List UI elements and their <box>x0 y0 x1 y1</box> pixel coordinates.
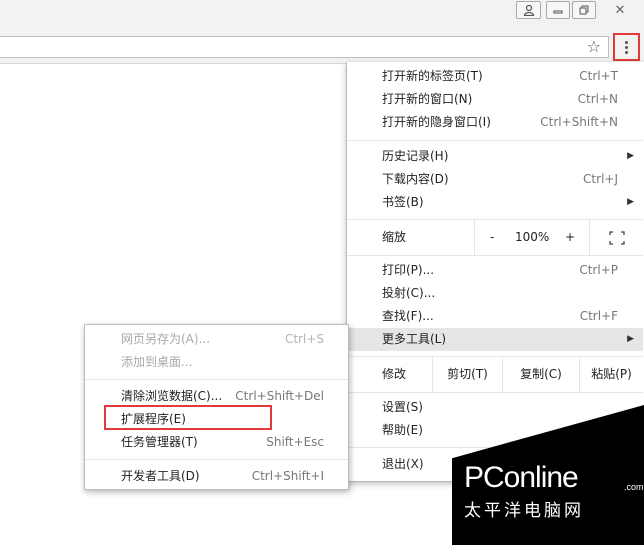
submenu-item-label: 网页另存为(A)... <box>121 332 211 346</box>
submenu-arrow-icon: ▶ <box>627 334 634 344</box>
menu-item-shortcut: Ctrl+Shift+N <box>540 115 618 129</box>
submenu-item-add-to-desktop: 添加到桌面... <box>85 351 348 374</box>
fullscreen-button[interactable] <box>589 220 643 255</box>
menu-item-history[interactable]: 历史记录(H) ▶ <box>347 145 643 168</box>
menu-separator <box>347 140 643 141</box>
menu-item-print[interactable]: 打印(P)... Ctrl+P <box>347 259 643 282</box>
menu-item-settings[interactable]: 设置(S) <box>347 396 643 419</box>
menu-item-shortcut: Ctrl+F <box>579 309 618 323</box>
zoom-level: 100% <box>515 230 550 244</box>
watermark-brand: PConline <box>464 461 579 494</box>
menu-item-cast[interactable]: 投射(C)... <box>347 282 643 305</box>
menu-item-find[interactable]: 查找(F)... Ctrl+F <box>347 305 643 328</box>
menu-item-more-tools[interactable]: 更多工具(L) ▶ <box>347 328 643 351</box>
menu-item-label: 退出(X) <box>382 457 424 471</box>
menu-item-shortcut: Ctrl+N <box>577 92 618 106</box>
address-bar[interactable]: ☆ <box>0 36 609 58</box>
menu-item-label: 设置(S) <box>382 400 423 414</box>
submenu-item-developer-tools[interactable]: 开发者工具(D) Ctrl+Shift+I <box>85 465 348 488</box>
menu-item-shortcut: Ctrl+P <box>579 263 618 277</box>
restore-icon <box>579 5 588 14</box>
vertical-dots-menu-icon <box>625 40 628 54</box>
minimize-icon <box>553 10 563 14</box>
menu-item-label: 查找(F)... <box>382 309 434 323</box>
menu-item-bookmarks[interactable]: 书签(B) ▶ <box>347 191 643 214</box>
menu-item-shortcut: Ctrl+J <box>583 172 618 186</box>
menu-item-downloads[interactable]: 下载内容(D) Ctrl+J <box>347 168 643 191</box>
submenu-item-shortcut: Ctrl+Shift+I <box>251 469 324 483</box>
submenu-item-save-page: 网页另存为(A)... Ctrl+S <box>85 328 348 351</box>
menu-separator <box>85 459 348 460</box>
zoom-controls: - 100% + <box>474 220 589 255</box>
menu-item-incognito-window[interactable]: 打开新的隐身窗口(I) Ctrl+Shift+N <box>347 111 643 134</box>
zoom-label: 缩放 <box>382 230 407 244</box>
menu-item-label: 打开新的窗口(N) <box>382 92 473 106</box>
bookmark-star-icon[interactable]: ☆ <box>587 38 601 56</box>
minimize-button[interactable] <box>546 1 570 19</box>
cut-button[interactable]: 剪切(T) <box>432 357 502 392</box>
menu-button[interactable] <box>613 33 640 61</box>
menu-separator <box>85 379 348 380</box>
close-button[interactable]: ✕ <box>608 1 632 19</box>
submenu-item-shortcut: Shift+Esc <box>266 435 324 449</box>
menu-item-label: 下载内容(D) <box>382 172 449 186</box>
menu-item-label: 打印(P)... <box>382 263 435 277</box>
menu-item-shortcut: Ctrl+T <box>579 69 618 83</box>
restore-button[interactable] <box>572 1 596 19</box>
submenu-item-shortcut: Ctrl+S <box>284 332 324 346</box>
menu-item-label: 帮助(E) <box>382 423 423 437</box>
zoom-row: 缩放 - 100% + <box>347 220 643 255</box>
menu-item-new-tab[interactable]: 打开新的标签页(T) Ctrl+T <box>347 65 643 88</box>
submenu-item-label: 添加到桌面... <box>121 355 193 369</box>
submenu-arrow-icon: ▶ <box>627 151 634 161</box>
profile-button[interactable] <box>516 1 541 19</box>
edit-label: 修改 <box>382 367 407 381</box>
zoom-out-button[interactable]: - <box>490 220 494 255</box>
zoom-in-button[interactable]: + <box>565 220 575 255</box>
copy-button[interactable]: 复制(C) <box>502 357 579 392</box>
user-icon <box>523 4 534 16</box>
submenu-item-label: 任务管理器(T) <box>121 435 198 449</box>
submenu-item-task-manager[interactable]: 任务管理器(T) Shift+Esc <box>85 431 348 454</box>
menu-separator <box>347 255 643 256</box>
menu-item-label: 打开新的隐身窗口(I) <box>382 115 491 129</box>
menu-item-label: 投射(C)... <box>382 286 436 300</box>
submenu-item-label: 开发者工具(D) <box>121 469 200 483</box>
menu-item-label: 更多工具(L) <box>382 332 447 346</box>
watermark-domain: .com.cn <box>624 482 644 492</box>
fullscreen-icon <box>608 231 625 245</box>
close-icon: ✕ <box>614 2 626 18</box>
menu-item-new-window[interactable]: 打开新的窗口(N) Ctrl+N <box>347 88 643 111</box>
paste-button[interactable]: 粘贴(P) <box>579 357 643 392</box>
title-bar: ✕ <box>0 0 644 32</box>
menu-item-label: 历史记录(H) <box>382 149 449 163</box>
edit-row: 修改 剪切(T) 复制(C) 粘贴(P) <box>347 357 643 392</box>
submenu-arrow-icon: ▶ <box>627 197 634 207</box>
menu-item-label: 打开新的标签页(T) <box>382 69 483 83</box>
menu-separator <box>347 392 643 393</box>
highlight-annotation-box <box>104 405 272 430</box>
browser-toolbar: ☆ <box>0 32 644 64</box>
watermark-subtitle: 太平洋电脑网 <box>464 501 584 520</box>
watermark-logo: PConline .com.cn 太平洋电脑网 <box>464 461 644 521</box>
menu-item-label: 书签(B) <box>382 195 424 209</box>
